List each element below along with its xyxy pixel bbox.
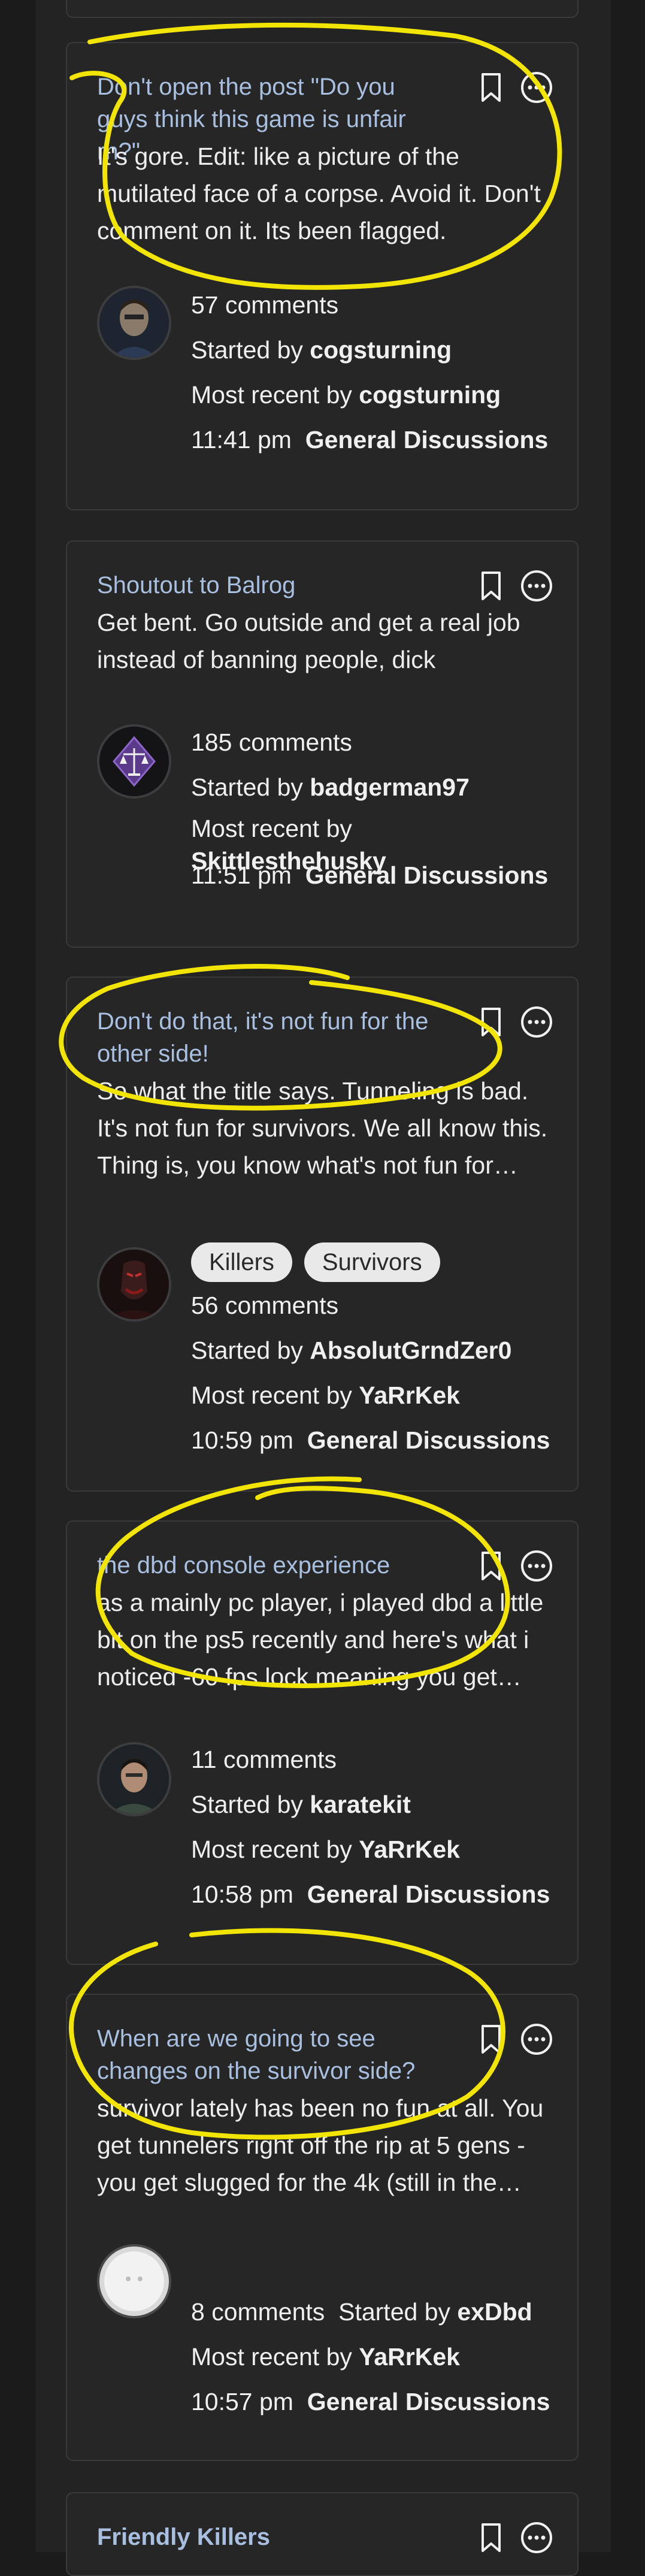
author-link[interactable]: karatekit: [310, 1791, 411, 1818]
author-link[interactable]: AbsolutGrndZer0: [310, 1337, 511, 1364]
most-recent-label: Most recent by: [191, 2343, 352, 2371]
time-and-category: 11:41 pm General Discussions: [191, 418, 562, 462]
overlapping-row: 11:51 pm General Discussions Skittlesthe…: [191, 847, 562, 892]
killer-portrait-icon[interactable]: [97, 1247, 171, 1322]
started-by: Started by cogsturning: [191, 328, 562, 373]
category-link[interactable]: General Discussions: [307, 1426, 550, 1454]
discussion-title[interactable]: Don't do that, it's not fun for the othe…: [97, 1005, 432, 1070]
comments-and-started: 8 comments Started by exDbd: [191, 2290, 562, 2335]
last-poster-link[interactable]: YaRrKek: [359, 2343, 460, 2371]
most-recent-label: Most recent by: [191, 1836, 352, 1863]
more-options-icon[interactable]: [520, 1005, 553, 1039]
time-and-category: 10:59 pm General Discussions: [191, 1418, 562, 1463]
discussion-title[interactable]: the dbd console experience: [97, 1549, 432, 1582]
discussion-meta: Killers Survivors 56 comments Started by…: [191, 1241, 562, 1463]
category-link[interactable]: General Discussions: [307, 1880, 550, 1908]
started-by-label: Started by: [191, 773, 303, 801]
tag-survivors[interactable]: Survivors: [304, 1242, 440, 1282]
comment-count: 8 comments: [191, 2298, 325, 2326]
post-time: 11:41 pm: [191, 426, 292, 453]
most-recent-by: Most recent by YaRrKek: [191, 1373, 562, 1418]
started-by-label: Started by: [191, 1791, 303, 1818]
card-actions: [474, 1549, 553, 1583]
discussion-excerpt: survivor lately has been no fun at all. …: [97, 2094, 544, 2196]
discussion-title[interactable]: Shoutout to Balrog: [97, 569, 432, 601]
card-actions: [474, 569, 553, 603]
category-link[interactable]: General Discussions: [305, 426, 549, 453]
last-poster-link-wrap: Skittlesthehusky: [191, 839, 386, 884]
last-poster-link[interactable]: YaRrKek: [359, 1836, 460, 1863]
started-by: Started by karatekit: [191, 1782, 562, 1827]
comment-count: 57 comments: [191, 291, 339, 319]
author-link[interactable]: badgerman97: [310, 773, 470, 801]
discussion-card[interactable]: Friendly Killers: [66, 2492, 579, 2576]
category-link[interactable]: General Discussions: [307, 2388, 550, 2415]
discussion-meta: 185 comments Started by badgerman97 Most…: [191, 720, 562, 892]
bookmark-icon[interactable]: [474, 2022, 508, 2056]
bookmark-icon[interactable]: [474, 569, 508, 603]
discussion-meta: 57 comments Started by cogsturning Most …: [191, 283, 562, 462]
bookmark-icon[interactable]: [474, 71, 508, 104]
more-options-icon[interactable]: [520, 71, 553, 104]
most-recent-label: Most recent by: [191, 1381, 352, 1409]
discussion-excerpt: Get bent. Go outside and get a real job …: [97, 609, 520, 673]
time-and-category: 10:57 pm General Discussions: [191, 2380, 562, 2424]
most-recent-by: Most recent by YaRrKek: [191, 2335, 562, 2380]
discussion-card[interactable]: Don't do that, it's not fun for the othe…: [66, 976, 579, 1492]
more-options-icon[interactable]: [520, 1549, 553, 1583]
more-options-icon[interactable]: [520, 2022, 553, 2056]
discussion-excerpt: So what the title says. Tunneling is bad…: [97, 1077, 548, 1179]
most-recent-label: Most recent by: [191, 381, 352, 409]
discussion-card[interactable]: Shoutout to Balrog Get bent. Go outside …: [66, 540, 579, 948]
survivor-portrait-icon[interactable]: [97, 1742, 171, 1816]
discussion-card[interactable]: the dbd console experience as a mainly p…: [66, 1520, 579, 1965]
post-time: 10:59 pm: [191, 1426, 293, 1454]
discussion-title[interactable]: When are we going to see changes on the …: [97, 2022, 432, 2087]
time-and-category: 10:58 pm General Discussions: [191, 1872, 562, 1917]
author-link[interactable]: cogsturning: [310, 336, 452, 364]
started-by: Started by AbsolutGrndZer0: [191, 1328, 562, 1373]
tag-killers[interactable]: Killers: [191, 1242, 292, 1282]
post-time: 10:57 pm: [191, 2388, 293, 2415]
started-by-label: Started by: [338, 2298, 450, 2326]
card-actions: [474, 2022, 553, 2056]
started-by-label: Started by: [191, 336, 303, 364]
last-poster-link[interactable]: YaRrKek: [359, 1381, 460, 1409]
author-link[interactable]: exDbd: [457, 2298, 532, 2326]
tag-list: Killers Survivors: [191, 1241, 562, 1283]
card-actions: [474, 2521, 553, 2554]
comment-count: 11 comments: [191, 1746, 337, 1773]
last-poster-link[interactable]: cogsturning: [359, 381, 501, 409]
scales-emblem-icon[interactable]: [97, 724, 171, 799]
discussion-card[interactable]: When are we going to see changes on the …: [66, 1994, 579, 2461]
card-actions: [474, 71, 553, 104]
character-portrait-icon[interactable]: [97, 286, 171, 360]
most-recent-by: Most recent by YaRrKek: [191, 1827, 562, 1872]
discussion-excerpt: as a mainly pc player, i played dbd a li…: [97, 1589, 544, 1691]
bookmark-icon[interactable]: [474, 1005, 508, 1039]
post-time: 10:58 pm: [191, 1880, 293, 1908]
started-by-label: Started by: [191, 1337, 303, 1364]
discussion-meta: 11 comments Started by karatekit Most re…: [191, 1737, 562, 1917]
discussion-excerpt: It's gore. Edit: like a picture of the m…: [97, 143, 541, 244]
comment-count: 185 comments: [191, 728, 352, 756]
more-options-icon[interactable]: [520, 2521, 553, 2554]
more-options-icon[interactable]: [520, 569, 553, 603]
most-recent-by: Most recent by cogsturning: [191, 373, 562, 418]
bookmark-icon[interactable]: [474, 2521, 508, 2554]
last-poster-link[interactable]: Skittlesthehusky: [191, 847, 386, 875]
card-actions: [474, 1005, 553, 1039]
comment-count: 56 comments: [191, 1292, 339, 1319]
bookmark-icon[interactable]: [474, 1549, 508, 1583]
default-avatar-icon[interactable]: [97, 2244, 171, 2318]
previous-card-bottom: [66, 0, 579, 18]
discussion-title[interactable]: Friendly Killers: [97, 2521, 432, 2553]
started-by: Started by badgerman97: [191, 765, 562, 810]
discussion-card[interactable]: Don't open the post "Do you guys think t…: [66, 42, 579, 510]
discussion-meta: 8 comments Started by exDbd Most recent …: [191, 2290, 562, 2424]
